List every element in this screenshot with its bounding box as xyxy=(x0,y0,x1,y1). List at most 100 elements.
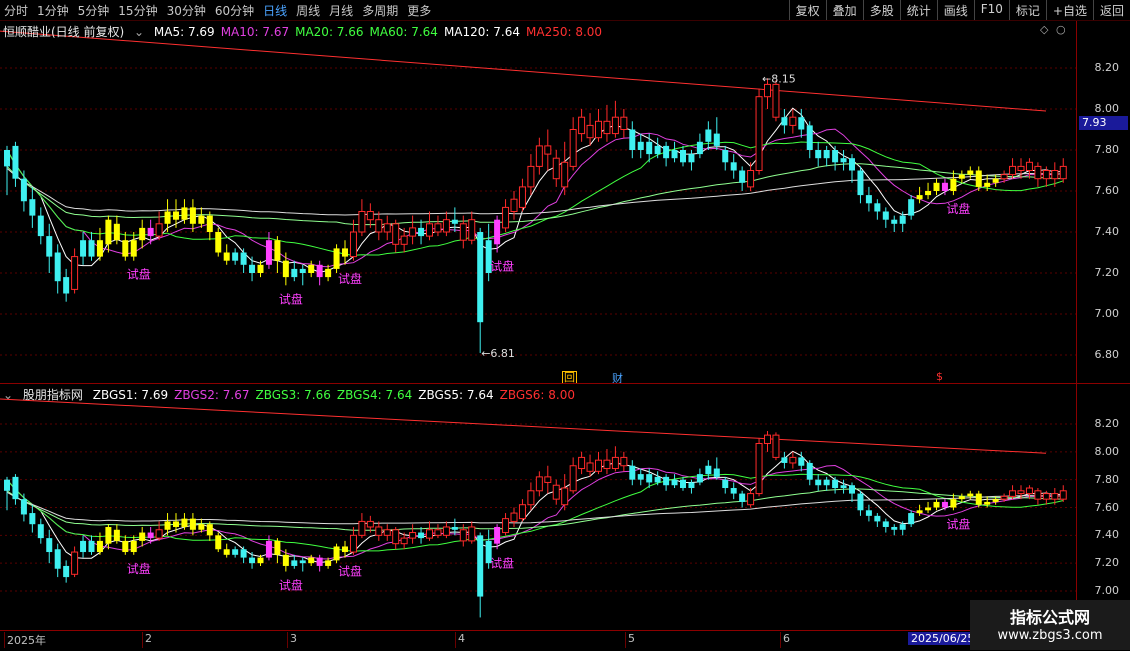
candle-body xyxy=(984,501,991,505)
candle-body xyxy=(105,526,112,544)
watermark-url: www.zbgs3.com xyxy=(997,628,1103,643)
candle-body xyxy=(611,456,619,470)
toolbar-action-button[interactable]: 标记 xyxy=(1008,0,1046,20)
candle-body xyxy=(459,223,467,241)
candle-body xyxy=(798,457,805,466)
candle-body xyxy=(130,240,137,257)
candle-body xyxy=(358,211,366,233)
cursor-date: 2025/06/25 xyxy=(908,632,978,645)
candle-body xyxy=(527,490,535,506)
period-tab[interactable]: 30分钟 xyxy=(167,4,206,18)
candle-body xyxy=(63,277,70,294)
candle-body xyxy=(409,532,417,539)
candle-body xyxy=(646,474,653,483)
dividend-marker-icon[interactable]: $ xyxy=(936,370,943,383)
candle-body xyxy=(832,479,839,489)
candle-body xyxy=(552,157,560,180)
candle-body xyxy=(595,459,602,472)
candle-body xyxy=(240,549,247,558)
indicator-title[interactable]: 股朋指标网 xyxy=(23,388,83,402)
toolbar-action-button[interactable]: 统计 xyxy=(899,0,937,20)
candle-body xyxy=(688,482,695,489)
toolbar-action-button[interactable]: 多股 xyxy=(862,0,900,20)
candle-body xyxy=(308,557,315,564)
candle-body xyxy=(1059,490,1067,500)
period-tab[interactable]: 更多 xyxy=(407,4,431,18)
period-tab[interactable]: 15分钟 xyxy=(118,4,157,18)
candle-body xyxy=(147,227,154,237)
candle-body xyxy=(442,526,450,536)
indicator-panel[interactable]: ⌄ 股朋指标网 ZBGS1: 7.69 ZBGS2: 7.67 ZBGS3: 7.6… xyxy=(0,384,1076,628)
candle-body xyxy=(874,203,881,212)
candle-body xyxy=(383,223,391,233)
period-tab[interactable]: 周线 xyxy=(296,4,320,18)
candle-body xyxy=(654,145,661,155)
candle-body xyxy=(620,456,628,467)
candle-body xyxy=(274,240,281,261)
candle-body xyxy=(569,129,577,167)
candle-body xyxy=(764,434,771,444)
watermark-title: 指标公式网 xyxy=(1009,608,1090,627)
period-tab[interactable]: 日线 xyxy=(263,4,287,18)
candle-body xyxy=(865,510,872,516)
candle-body xyxy=(705,129,712,142)
toolbar-action-button[interactable]: +自选 xyxy=(1045,0,1093,20)
toolbar-action-button[interactable]: 叠加 xyxy=(825,0,863,20)
candle-body xyxy=(164,211,171,224)
candle-body xyxy=(1000,495,1008,500)
main-chart-panel[interactable]: 恒顺醋业(日线 前复权) ⌄ MA5: 7.69 MA10: 7.67 MA20: … xyxy=(0,21,1076,385)
chevron-down-icon[interactable]: ⌄ xyxy=(3,388,13,402)
trial-signal-label: 试盘 xyxy=(946,516,970,531)
main-price-axis: 8.20 8.00 7.80 7.60 7.40 7.20 7.00 6.80 7.93 xyxy=(1076,21,1130,383)
legend-value: MA250: 8.00 xyxy=(526,25,603,39)
candle-body xyxy=(586,124,594,139)
ma5-line xyxy=(6,450,1064,564)
toolbar-action-button[interactable]: 画线 xyxy=(936,0,974,20)
stock-title[interactable]: 恒顺醋业(日线 前复权) xyxy=(3,25,124,39)
toolbar-action-button[interactable]: 返回 xyxy=(1092,0,1130,20)
period-tab[interactable]: 月线 xyxy=(329,4,353,18)
candle-body xyxy=(535,476,543,492)
price-axis-label: 7.40 xyxy=(1094,528,1120,542)
candle-body xyxy=(147,532,154,539)
trial-signal-label: 试盘 xyxy=(127,267,151,282)
candle-body xyxy=(908,199,915,216)
candle-body xyxy=(916,195,923,200)
candle-body xyxy=(274,540,281,555)
candle-body xyxy=(349,231,357,258)
candle-body xyxy=(232,252,239,261)
period-tab[interactable]: 多周期 xyxy=(362,4,398,18)
candle-body xyxy=(349,534,357,553)
candle-body xyxy=(544,476,552,483)
candle-body xyxy=(468,526,476,542)
candle-body xyxy=(265,540,272,558)
circle-icon[interactable]: ○ xyxy=(1056,23,1066,36)
price-axis-label: 8.00 xyxy=(1094,102,1120,115)
period-tab[interactable]: 1分钟 xyxy=(37,4,69,18)
main-candle-chart[interactable]: 试盘试盘试盘试盘试盘←8.15←6.81 xyxy=(0,21,1076,383)
chevron-down-icon[interactable]: ⌄ xyxy=(134,25,144,39)
candle-body xyxy=(139,532,146,541)
high-price-label: ←8.15 xyxy=(762,72,796,85)
candle-body xyxy=(20,178,27,202)
toolbar-action-button[interactable]: F10 xyxy=(973,0,1009,20)
candle-body xyxy=(366,520,374,528)
candle-body xyxy=(265,240,272,265)
toolbar-action-button[interactable]: 复权 xyxy=(788,0,826,20)
candle-body xyxy=(1017,165,1025,171)
diamond-icon[interactable]: ◇ xyxy=(1040,23,1048,36)
indicator-candle-chart[interactable]: 试盘试盘试盘试盘试盘 xyxy=(0,384,1076,628)
candle-body xyxy=(181,518,188,527)
candle-body xyxy=(325,268,332,278)
candle-body xyxy=(899,524,906,530)
candle-body xyxy=(375,526,383,536)
legend-value: ZBGS5: 7.64 xyxy=(418,388,494,402)
period-tab[interactable]: 60分钟 xyxy=(215,4,254,18)
candle-body xyxy=(426,529,433,539)
period-tab[interactable]: 5分钟 xyxy=(78,4,110,18)
candle-body xyxy=(88,240,95,257)
period-tab[interactable]: 分时 xyxy=(4,4,28,18)
candle-body xyxy=(333,546,340,561)
legend-value: MA10: 7.67 xyxy=(220,25,290,39)
ma20-line xyxy=(6,473,1064,552)
